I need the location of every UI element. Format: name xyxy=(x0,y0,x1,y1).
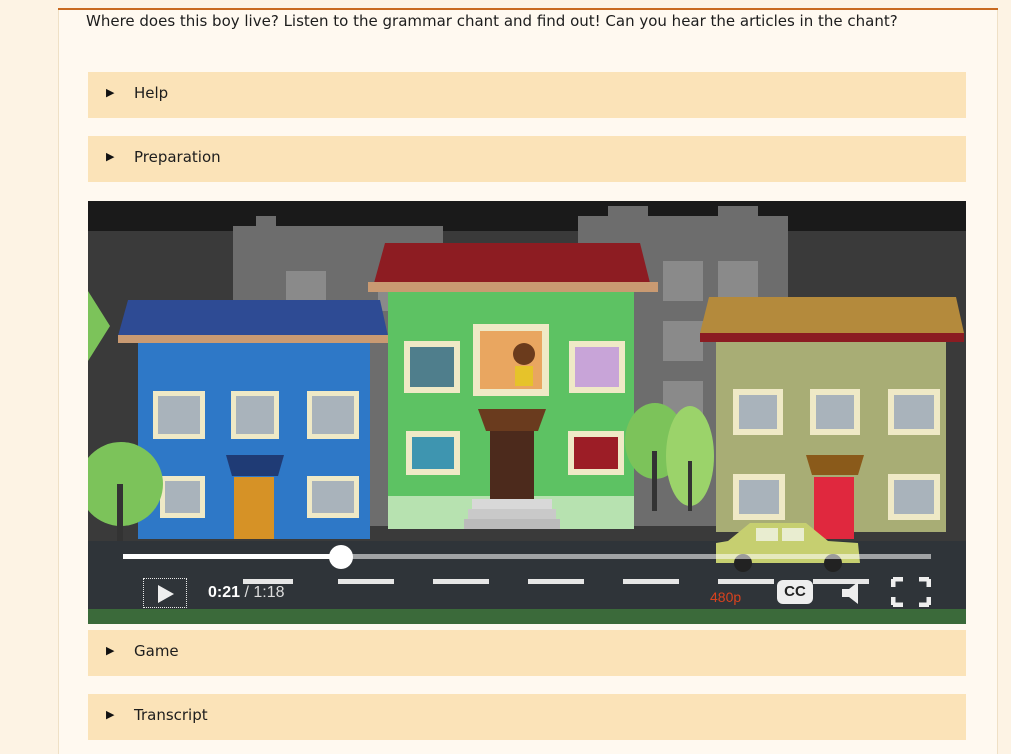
captions-button[interactable]: CC xyxy=(777,580,813,604)
quality-label[interactable]: 480p xyxy=(710,589,741,605)
preparation-accordion[interactable]: ▶ Preparation xyxy=(88,136,966,182)
video-player[interactable]: 0:21 / 1:18 480p CC xyxy=(88,201,966,624)
video-controls: 0:21 / 1:18 480p CC xyxy=(88,201,966,624)
fullscreen-icon[interactable] xyxy=(891,577,931,607)
time-separator: / xyxy=(240,584,254,601)
expand-arrow-icon: ▶ xyxy=(106,150,115,163)
volume-icon[interactable] xyxy=(842,581,864,605)
time-display: 0:21 / 1:18 xyxy=(208,584,285,602)
duration: 1:18 xyxy=(253,584,285,601)
progress-bar[interactable] xyxy=(123,545,931,569)
help-accordion[interactable]: ▶ Help xyxy=(88,72,966,118)
expand-arrow-icon: ▶ xyxy=(106,644,115,657)
expand-arrow-icon: ▶ xyxy=(106,708,115,721)
progress-fill xyxy=(123,554,342,559)
play-button[interactable] xyxy=(143,578,187,608)
preparation-label: Preparation xyxy=(134,148,221,166)
transcript-label: Transcript xyxy=(134,706,208,724)
game-accordion[interactable]: ▶ Game xyxy=(88,630,966,676)
help-label: Help xyxy=(134,84,169,102)
transcript-accordion[interactable]: ▶ Transcript xyxy=(88,694,966,740)
play-icon xyxy=(158,585,174,603)
game-label: Game xyxy=(134,642,179,660)
expand-arrow-icon: ▶ xyxy=(106,86,115,99)
progress-handle[interactable] xyxy=(329,545,354,569)
intro-text: Where does this boy live? Listen to the … xyxy=(86,12,898,30)
current-time: 0:21 xyxy=(208,584,241,601)
